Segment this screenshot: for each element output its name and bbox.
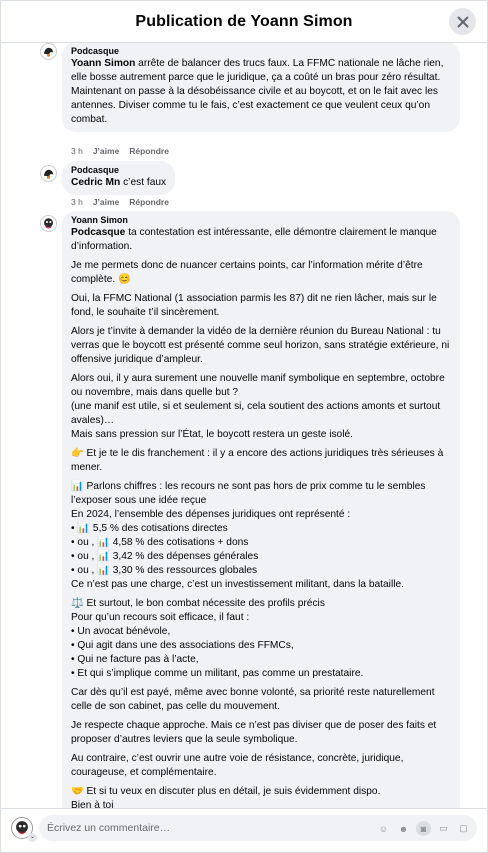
- comment-line: Ce n’est pas une charge, c’est un invest…: [71, 579, 404, 590]
- sticker-icon[interactable]: ▢: [456, 821, 471, 836]
- close-button[interactable]: [449, 8, 476, 35]
- emoji-icon[interactable]: ☻: [396, 821, 411, 836]
- avatar[interactable]: [40, 43, 57, 60]
- chevron-down-icon[interactable]: ⌄: [28, 833, 37, 842]
- list-item: • Qui ne facture pas à l’acte,: [71, 654, 199, 665]
- like-button[interactable]: J’aime: [93, 197, 119, 207]
- post-dialog: Publication de Yoann Simon Podcasque Yoa…: [0, 0, 488, 853]
- comment-input-placeholder: Écrivez un commentaire…: [47, 822, 171, 834]
- camera-icon[interactable]: ◙: [416, 821, 431, 836]
- comment-paragraph: 👉 Et je te le dis franchement : il y a e…: [71, 448, 444, 473]
- avatar[interactable]: [40, 165, 57, 182]
- comment-line: Alors oui, il y aura surement une nouvel…: [71, 373, 445, 398]
- mention-link[interactable]: Podcasque: [71, 227, 125, 238]
- comment-bubble: Podcasque Yoann Simon arrête de balancer…: [62, 43, 460, 132]
- comment-time[interactable]: 3 h: [71, 197, 83, 207]
- user-avatar-icon: [41, 216, 56, 231]
- comment-composer: ⌄ Écrivez un commentaire… ☺ ☻ ◙ ▭ ▢: [1, 808, 487, 852]
- comment-line: Pour qu’un recours soit efficace, il fau…: [71, 612, 250, 623]
- helmet-avatar-icon: [41, 44, 56, 59]
- comment-text: ta contestation est intéressante, elle d…: [71, 227, 437, 252]
- reply-button[interactable]: Répondre: [129, 146, 169, 156]
- comment-paragraph: Je respecte chaque approche. Mais ce n’e…: [71, 720, 437, 745]
- comment-line: 📊 Parlons chiffres : les recours ne sont…: [71, 481, 426, 506]
- avatar[interactable]: [40, 215, 57, 232]
- mention-link[interactable]: Yoann Simon: [71, 58, 135, 69]
- mention-link[interactable]: Cedric Mn: [71, 177, 120, 188]
- comment-paragraph: Car dès qu’il est payé, même avec bonne …: [71, 687, 435, 712]
- comment-line: Bien à toi: [71, 800, 114, 808]
- comment-bubble: Yoann Simon Podcasque ta contestation es…: [62, 211, 460, 808]
- list-item: • ou , 📊 4,58 % des cotisations + dons: [71, 537, 249, 548]
- comment-paragraph: Je me permets donc de nuancer certains p…: [71, 260, 423, 285]
- comment-author[interactable]: Podcasque: [71, 164, 166, 176]
- avatar-sticker-icon[interactable]: ☺: [376, 821, 391, 836]
- comment-author[interactable]: Podcasque: [71, 45, 451, 57]
- list-item: • Et qui s’implique comme un militant, p…: [71, 668, 364, 679]
- composer-tools: ☺ ☻ ◙ ▭ ▢: [376, 821, 471, 836]
- comment-actions: 3 h J’aime Répondre: [71, 197, 169, 207]
- list-item: • ou , 📊 3,42 % des dépenses générales: [71, 551, 259, 562]
- comment-paragraph: Au contraire, c’est ouvrir une autre voi…: [71, 753, 404, 778]
- like-button[interactable]: J’aime: [93, 146, 119, 156]
- comment-input[interactable]: Écrivez un commentaire… ☺ ☻ ◙ ▭ ▢: [39, 815, 477, 841]
- list-item: • 📊 5,5 % des cotisations directes: [71, 523, 228, 534]
- dialog-title: Publication de Yoann Simon: [135, 12, 353, 30]
- close-icon: [457, 16, 468, 27]
- comment-line: (une manif est utile, si et seulement si…: [71, 401, 441, 426]
- comment-actions: 3 h J’aime Répondre: [71, 146, 169, 156]
- list-item: • Qui agit dans une des associations des…: [71, 640, 294, 651]
- list-item: • Un avocat bénévole,: [71, 626, 171, 637]
- dialog-header: Publication de Yoann Simon: [1, 1, 487, 43]
- list-item: • ou , 📊 3,30 % des ressources globales: [71, 565, 258, 576]
- comment-text: Maintenant on passe à la désobéissance c…: [71, 86, 438, 125]
- comment-bubble: Podcasque Cedric Mn c’est faux: [62, 161, 176, 195]
- comment-line: En 2024, l’ensemble des dépenses juridiq…: [71, 509, 351, 520]
- comment-line: ⚖️ Et surtout, le bon combat nécessite d…: [71, 598, 325, 609]
- comment-author[interactable]: Yoann Simon: [71, 214, 451, 226]
- comment-paragraph: Alors je t’invite à demander la vidéo de…: [71, 326, 450, 365]
- comment-text: c’est faux: [120, 177, 167, 188]
- comment-paragraph: Oui, la FFMC National (1 association par…: [71, 293, 437, 318]
- gif-icon[interactable]: ▭: [436, 821, 451, 836]
- helmet-avatar-icon: [41, 166, 56, 181]
- comments-feed[interactable]: Podcasque Yoann Simon arrête de balancer…: [1, 43, 487, 808]
- comment-line: Mais sans pression sur l’État, le boycot…: [71, 429, 353, 440]
- comment-time[interactable]: 3 h: [71, 146, 83, 156]
- reply-button[interactable]: Répondre: [129, 197, 169, 207]
- comment-line: 🤝 Et si tu veux en discuter plus en déta…: [71, 786, 381, 797]
